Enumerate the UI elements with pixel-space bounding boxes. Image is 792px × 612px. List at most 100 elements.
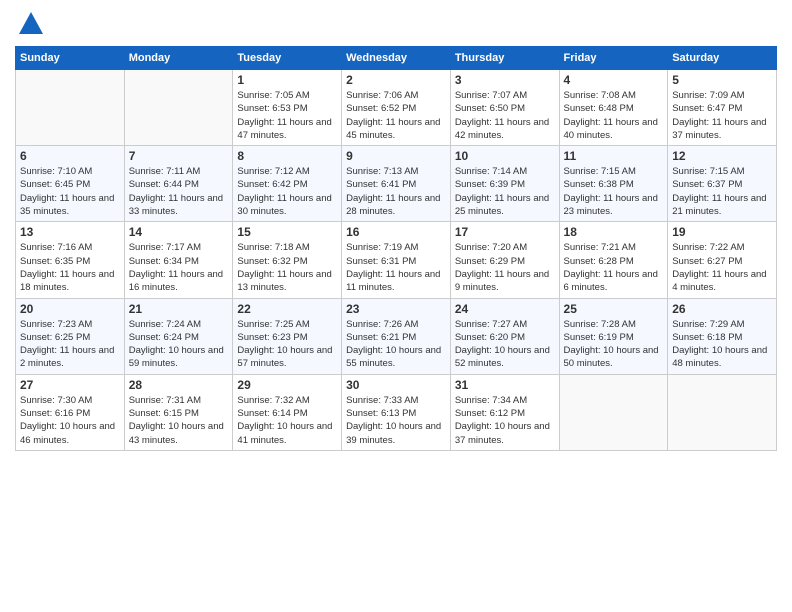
day-info: Sunrise: 7:18 AMSunset: 6:32 PMDaylight:…: [237, 241, 337, 294]
day-info: Sunrise: 7:30 AMSunset: 6:16 PMDaylight:…: [20, 394, 120, 447]
calendar-day-cell: 18 Sunrise: 7:21 AMSunset: 6:28 PMDayligh…: [559, 222, 668, 298]
calendar-day-cell: 6 Sunrise: 7:10 AMSunset: 6:45 PMDaylight…: [16, 146, 125, 222]
calendar-day-cell: [124, 70, 233, 146]
day-number: 29: [237, 378, 337, 392]
calendar-day-cell: 20Sunrise: 7:23 AMSunset: 6:25 PMDayligh…: [16, 298, 125, 374]
calendar-day-cell: 28 Sunrise: 7:31 AMSunset: 6:15 PMDayligh…: [124, 374, 233, 450]
day-number: 25: [564, 302, 664, 316]
calendar-day-cell: 3 Sunrise: 7:07 AMSunset: 6:50 PMDaylight…: [450, 70, 559, 146]
day-info: Sunrise: 7:06 AMSunset: 6:52 PMDaylight:…: [346, 89, 446, 142]
calendar-day-cell: 15Sunrise: 7:18 AMSunset: 6:32 PMDayligh…: [233, 222, 342, 298]
calendar-week-row: 20Sunrise: 7:23 AMSunset: 6:25 PMDayligh…: [16, 298, 777, 374]
calendar-day-cell: 29 Sunrise: 7:32 AMSunset: 6:14 PMDayligh…: [233, 374, 342, 450]
day-number: 1: [237, 73, 337, 87]
calendar-week-row: 27 Sunrise: 7:30 AMSunset: 6:16 PMDayligh…: [16, 374, 777, 450]
day-number: 23: [346, 302, 446, 316]
day-info: Sunrise: 7:27 AMSunset: 6:20 PMDaylight:…: [455, 318, 555, 371]
calendar-day-cell: 4Sunrise: 7:08 AMSunset: 6:48 PMDaylight…: [559, 70, 668, 146]
calendar-day-cell: 13 Sunrise: 7:16 AMSunset: 6:35 PMDayligh…: [16, 222, 125, 298]
day-info: Sunrise: 7:26 AMSunset: 6:21 PMDaylight:…: [346, 318, 446, 371]
day-number: 24: [455, 302, 555, 316]
day-of-week-header: Monday: [124, 47, 233, 70]
day-info: Sunrise: 7:24 AMSunset: 6:24 PMDaylight:…: [129, 318, 229, 371]
day-info: Sunrise: 7:12 AMSunset: 6:42 PMDaylight:…: [237, 165, 337, 218]
calendar-day-cell: 16 Sunrise: 7:19 AMSunset: 6:31 PMDayligh…: [342, 222, 451, 298]
calendar-day-cell: 14 Sunrise: 7:17 AMSunset: 6:34 PMDayligh…: [124, 222, 233, 298]
day-number: 26: [672, 302, 772, 316]
day-info: Sunrise: 7:05 AMSunset: 6:53 PMDaylight:…: [237, 89, 337, 142]
calendar-day-cell: 22 Sunrise: 7:25 AMSunset: 6:23 PMDayligh…: [233, 298, 342, 374]
day-info: Sunrise: 7:28 AMSunset: 6:19 PMDaylight:…: [564, 318, 664, 371]
day-info: Sunrise: 7:09 AMSunset: 6:47 PMDaylight:…: [672, 89, 772, 142]
day-of-week-header: Tuesday: [233, 47, 342, 70]
day-number: 12: [672, 149, 772, 163]
day-info: Sunrise: 7:14 AMSunset: 6:39 PMDaylight:…: [455, 165, 555, 218]
calendar-day-cell: 5 Sunrise: 7:09 AMSunset: 6:47 PMDaylight…: [668, 70, 777, 146]
calendar-day-cell: [16, 70, 125, 146]
day-info: Sunrise: 7:11 AMSunset: 6:44 PMDaylight:…: [129, 165, 229, 218]
calendar-day-cell: 31 Sunrise: 7:34 AMSunset: 6:12 PMDayligh…: [450, 374, 559, 450]
day-info: Sunrise: 7:13 AMSunset: 6:41 PMDaylight:…: [346, 165, 446, 218]
day-info: Sunrise: 7:16 AMSunset: 6:35 PMDaylight:…: [20, 241, 120, 294]
calendar-day-cell: 30 Sunrise: 7:33 AMSunset: 6:13 PMDayligh…: [342, 374, 451, 450]
day-number: 20: [20, 302, 120, 316]
day-info: Sunrise: 7:07 AMSunset: 6:50 PMDaylight:…: [455, 89, 555, 142]
day-number: 6: [20, 149, 120, 163]
day-number: 3: [455, 73, 555, 87]
day-info: Sunrise: 7:33 AMSunset: 6:13 PMDaylight:…: [346, 394, 446, 447]
day-info: Sunrise: 7:32 AMSunset: 6:14 PMDaylight:…: [237, 394, 337, 447]
day-number: 14: [129, 225, 229, 239]
calendar-table: SundayMondayTuesdayWednesdayThursdayFrid…: [15, 46, 777, 451]
calendar-week-row: 1 Sunrise: 7:05 AMSunset: 6:53 PMDaylight…: [16, 70, 777, 146]
calendar-day-cell: 1 Sunrise: 7:05 AMSunset: 6:53 PMDaylight…: [233, 70, 342, 146]
page-header: [15, 10, 777, 38]
day-number: 18: [564, 225, 664, 239]
calendar-day-cell: 10 Sunrise: 7:14 AMSunset: 6:39 PMDayligh…: [450, 146, 559, 222]
calendar-day-cell: 23 Sunrise: 7:26 AMSunset: 6:21 PMDayligh…: [342, 298, 451, 374]
day-info: Sunrise: 7:15 AMSunset: 6:37 PMDaylight:…: [672, 165, 772, 218]
day-info: Sunrise: 7:08 AMSunset: 6:48 PMDaylight:…: [564, 89, 664, 142]
day-number: 30: [346, 378, 446, 392]
day-of-week-header: Friday: [559, 47, 668, 70]
day-number: 11: [564, 149, 664, 163]
day-of-week-header: Saturday: [668, 47, 777, 70]
day-number: 21: [129, 302, 229, 316]
day-info: Sunrise: 7:15 AMSunset: 6:38 PMDaylight:…: [564, 165, 664, 218]
day-number: 16: [346, 225, 446, 239]
day-number: 7: [129, 149, 229, 163]
day-info: Sunrise: 7:10 AMSunset: 6:45 PMDaylight:…: [20, 165, 120, 218]
day-number: 8: [237, 149, 337, 163]
day-info: Sunrise: 7:21 AMSunset: 6:28 PMDaylight:…: [564, 241, 664, 294]
calendar-day-cell: 19Sunrise: 7:22 AMSunset: 6:27 PMDayligh…: [668, 222, 777, 298]
day-info: Sunrise: 7:22 AMSunset: 6:27 PMDaylight:…: [672, 241, 772, 294]
day-of-week-header: Thursday: [450, 47, 559, 70]
calendar-day-cell: 27 Sunrise: 7:30 AMSunset: 6:16 PMDayligh…: [16, 374, 125, 450]
calendar-day-cell: 25 Sunrise: 7:28 AMSunset: 6:19 PMDayligh…: [559, 298, 668, 374]
calendar-day-cell: 17 Sunrise: 7:20 AMSunset: 6:29 PMDayligh…: [450, 222, 559, 298]
day-number: 27: [20, 378, 120, 392]
day-number: 22: [237, 302, 337, 316]
day-info: Sunrise: 7:25 AMSunset: 6:23 PMDaylight:…: [237, 318, 337, 371]
day-of-week-header: Sunday: [16, 47, 125, 70]
day-info: Sunrise: 7:17 AMSunset: 6:34 PMDaylight:…: [129, 241, 229, 294]
day-info: Sunrise: 7:31 AMSunset: 6:15 PMDaylight:…: [129, 394, 229, 447]
day-number: 13: [20, 225, 120, 239]
day-info: Sunrise: 7:34 AMSunset: 6:12 PMDaylight:…: [455, 394, 555, 447]
day-info: Sunrise: 7:20 AMSunset: 6:29 PMDaylight:…: [455, 241, 555, 294]
day-number: 10: [455, 149, 555, 163]
day-of-week-header: Wednesday: [342, 47, 451, 70]
calendar-day-cell: 8 Sunrise: 7:12 AMSunset: 6:42 PMDaylight…: [233, 146, 342, 222]
day-number: 28: [129, 378, 229, 392]
logo: [15, 10, 45, 38]
day-number: 17: [455, 225, 555, 239]
day-number: 5: [672, 73, 772, 87]
calendar-week-row: 13 Sunrise: 7:16 AMSunset: 6:35 PMDayligh…: [16, 222, 777, 298]
calendar-day-cell: 12 Sunrise: 7:15 AMSunset: 6:37 PMDayligh…: [668, 146, 777, 222]
calendar-day-cell: 2Sunrise: 7:06 AMSunset: 6:52 PMDaylight…: [342, 70, 451, 146]
day-number: 9: [346, 149, 446, 163]
day-info: Sunrise: 7:19 AMSunset: 6:31 PMDaylight:…: [346, 241, 446, 294]
day-number: 31: [455, 378, 555, 392]
calendar-day-cell: 26Sunrise: 7:29 AMSunset: 6:18 PMDayligh…: [668, 298, 777, 374]
calendar-header-row: SundayMondayTuesdayWednesdayThursdayFrid…: [16, 47, 777, 70]
calendar-day-cell: [668, 374, 777, 450]
